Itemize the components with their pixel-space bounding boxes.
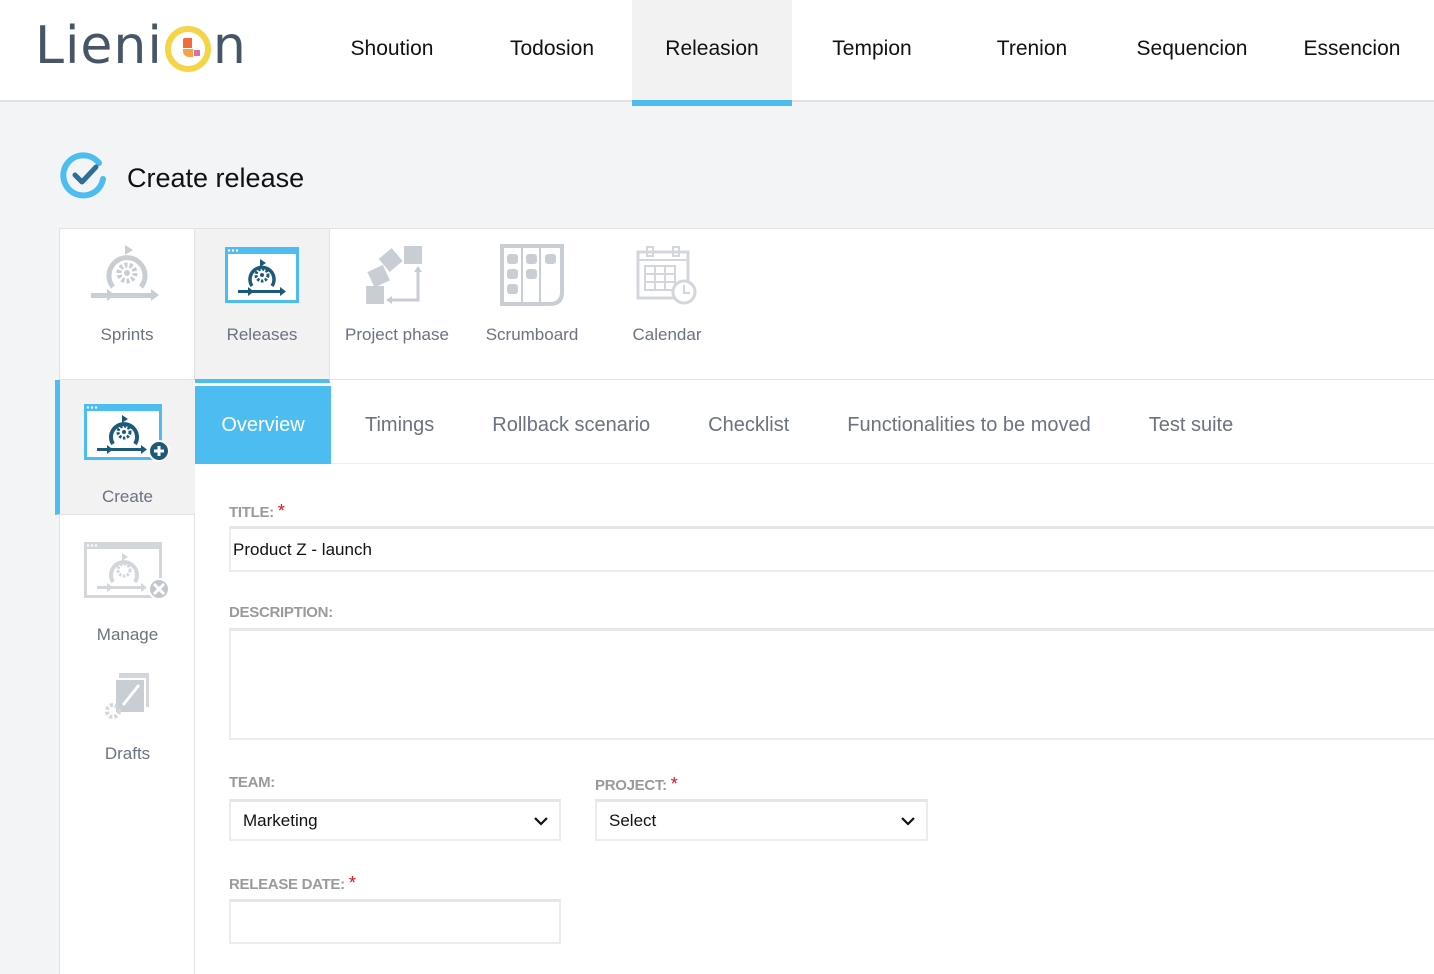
module-label: Sprints — [100, 325, 154, 344]
drafts-icon — [101, 669, 155, 728]
module-calendar[interactable]: Calendar — [600, 229, 735, 379]
page-header: Create release — [59, 151, 304, 206]
team-label: TEAM: — [229, 774, 275, 791]
sprint-cycle-icon — [87, 243, 167, 307]
check-circle-icon — [59, 151, 109, 206]
subnav-label: Drafts — [104, 744, 151, 763]
release-window-icon — [222, 243, 302, 307]
calendar-clock-icon — [627, 243, 707, 307]
tab-overview[interactable]: Overview — [195, 386, 331, 464]
required-mark: * — [670, 774, 678, 794]
logo-text-left: Lieni — [35, 16, 163, 76]
logo-o-icon — [164, 26, 211, 72]
subnav-create[interactable]: Create — [55, 380, 195, 515]
title-input[interactable]: Product Z - launch — [229, 526, 1434, 572]
module-label: Calendar — [632, 325, 702, 344]
nav-item-trenion[interactable]: Trenion — [952, 0, 1112, 106]
nav-item-todosion[interactable]: Todosion — [472, 0, 632, 106]
nav-item-shoution[interactable]: Shoution — [312, 0, 472, 106]
required-mark: * — [277, 501, 285, 521]
chevron-down-icon — [901, 816, 915, 826]
module-label: Scrumboard — [485, 325, 579, 344]
manage-release-icon — [83, 540, 173, 607]
team-select[interactable]: Marketing — [229, 799, 561, 841]
subnav-drafts[interactable]: Drafts — [60, 645, 195, 764]
subnav-label: Manage — [96, 625, 159, 644]
release-subnav: Create Manage Drafts — [55, 380, 195, 974]
top-navigation-bar: Lieni n Shoution Todosion Releasion Temp… — [0, 0, 1434, 106]
scrumboard-icon — [492, 243, 572, 307]
nav-item-essencion[interactable]: Essencion — [1272, 0, 1432, 106]
module-sprints[interactable]: Sprints — [60, 229, 195, 379]
release-date-label: RELEASE DATE: * — [229, 873, 356, 893]
page-title: Create release — [127, 163, 305, 193]
tab-functionalities-to-be-moved[interactable]: Functionalities to be moved — [823, 386, 1114, 464]
tab-test-suite[interactable]: Test suite — [1125, 386, 1257, 464]
main-panel: Sprints Releases Project phase Scrumboar… — [55, 228, 1434, 974]
tab-rollback-scenario[interactable]: Rollback scenario — [468, 386, 674, 464]
module-bar: Sprints Releases Project phase Scrumboar… — [60, 229, 1434, 383]
project-label: PROJECT: * — [595, 774, 678, 794]
release-tabs: Overview Timings Rollback scenario Check… — [195, 380, 1434, 464]
module-label: Releases — [226, 325, 298, 344]
subnav-label: Create — [101, 487, 154, 506]
chevron-down-icon — [534, 816, 548, 826]
tab-timings[interactable]: Timings — [341, 386, 458, 464]
subnav-manage[interactable]: Manage — [60, 515, 195, 645]
nav-item-releasion[interactable]: Releasion — [632, 0, 792, 106]
required-mark: * — [348, 873, 356, 893]
project-select[interactable]: Select — [595, 799, 928, 841]
module-label: Project phase — [345, 325, 449, 344]
lienion-logo[interactable]: Lieni n — [35, 16, 247, 76]
project-phase-icon — [357, 243, 437, 307]
nav-item-sequencion[interactable]: Sequencion — [1112, 0, 1272, 106]
description-textarea[interactable] — [229, 628, 1434, 740]
release-date-input[interactable] — [229, 899, 561, 944]
title-label: TITLE: * — [229, 501, 285, 521]
module-releases[interactable]: Releases — [195, 229, 330, 383]
nav-item-tempion[interactable]: Tempion — [792, 0, 952, 106]
tab-checklist[interactable]: Checklist — [684, 386, 813, 464]
module-project-phase[interactable]: Project phase — [330, 229, 465, 379]
create-release-icon — [83, 402, 173, 469]
module-scrumboard[interactable]: Scrumboard — [465, 229, 600, 379]
logo-text-right: n — [212, 16, 247, 76]
product-nav: Shoution Todosion Releasion Tempion Tren… — [312, 0, 1432, 106]
description-label: DESCRIPTION: — [229, 604, 333, 621]
